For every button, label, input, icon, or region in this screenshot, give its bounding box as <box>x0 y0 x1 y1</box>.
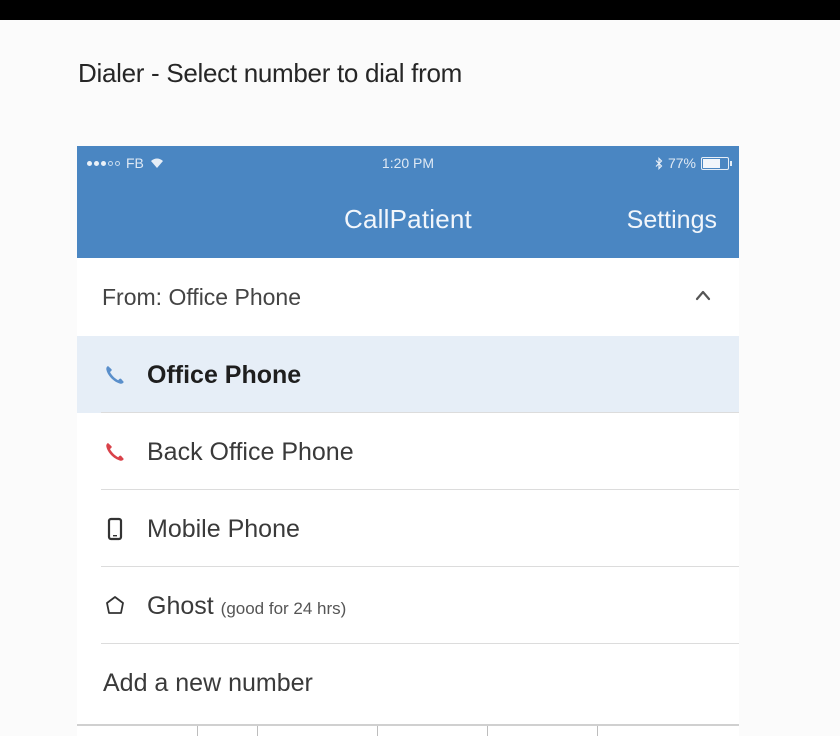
battery-icon <box>701 156 732 170</box>
number-option-back-office-phone[interactable]: Back Office Phone <box>77 413 739 490</box>
number-option-label: Mobile Phone <box>147 515 300 543</box>
bluetooth-icon <box>655 156 663 170</box>
number-option-office-phone[interactable]: Office Phone <box>77 336 739 413</box>
keyboard-edge <box>77 724 739 736</box>
number-option-ghost[interactable]: Ghost (good for 24 hrs) <box>77 567 739 644</box>
caption: Dialer - Select number to dial from <box>78 58 462 88</box>
number-option-label: Back Office Phone <box>147 438 354 466</box>
number-option-mobile-phone[interactable]: Mobile Phone <box>77 490 739 567</box>
number-option-label: Office Phone <box>147 361 302 389</box>
status-time: 1:20 PM <box>381 155 435 171</box>
phone-screen: FB 1:20 PM 77% CallPatient Settings From… <box>77 146 739 736</box>
battery-fill <box>703 158 720 168</box>
status-bar: FB 1:20 PM 77% <box>77 146 739 182</box>
add-new-number-button[interactable]: Add a new number <box>77 644 739 721</box>
ghost-icon <box>106 596 124 614</box>
from-label: From: Office Phone <box>102 284 301 310</box>
mobile-phone-icon <box>107 517 123 541</box>
ghost-duration-note: (good for 24 hrs) <box>220 599 347 618</box>
chevron-up-icon[interactable] <box>695 288 711 302</box>
number-option-label: Ghost (good for 24 hrs) <box>147 592 346 621</box>
nav-bar: CallPatient Settings <box>77 182 739 258</box>
battery-percent: 77% <box>667 155 696 171</box>
from-number-selector[interactable]: From: Office Phone <box>77 258 739 337</box>
status-right: 77% <box>655 155 732 171</box>
settings-button[interactable]: Settings <box>627 206 717 235</box>
phone-handset-icon <box>106 366 124 384</box>
ghost-label: Ghost <box>147 592 214 620</box>
number-list: Office Phone Back Office Phone Mobile Ph… <box>77 336 739 721</box>
phone-handset-icon <box>106 443 124 461</box>
top-black-bar <box>0 0 840 20</box>
add-new-number-label: Add a new number <box>103 669 313 697</box>
